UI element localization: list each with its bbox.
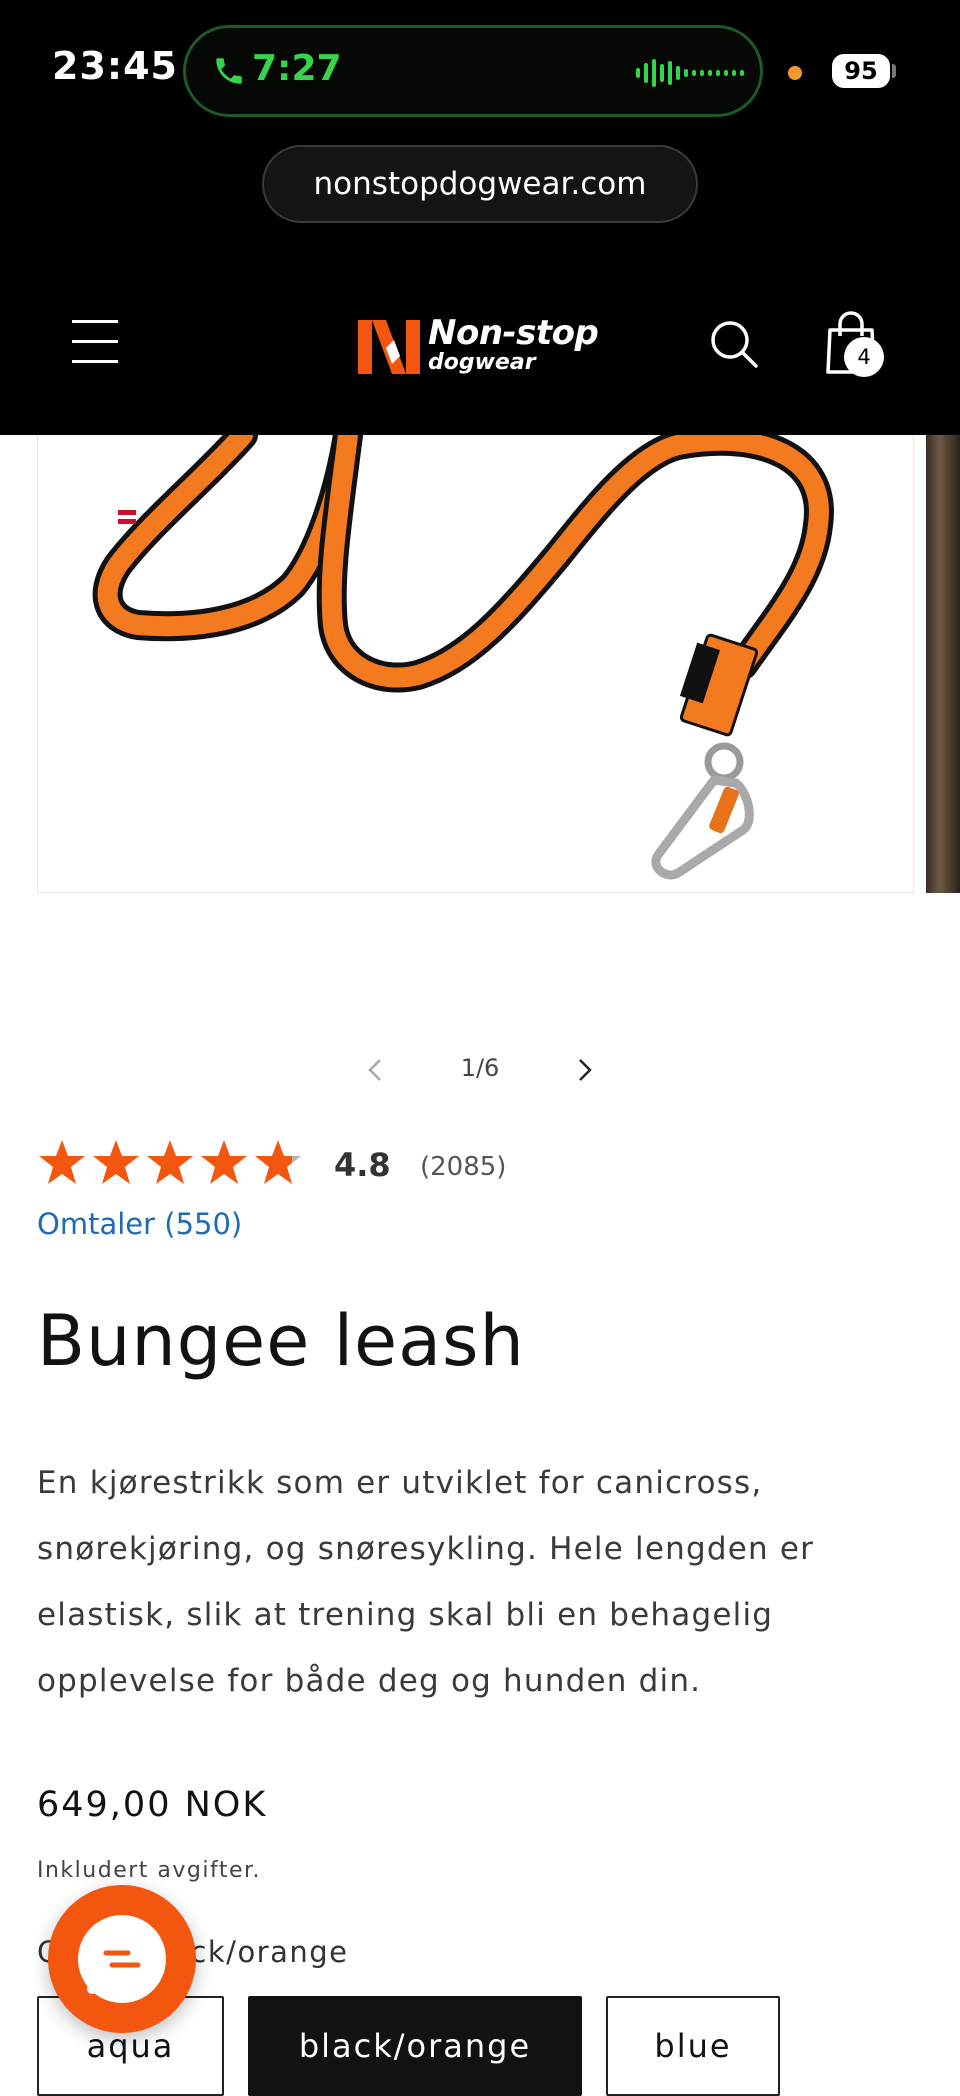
privacy-indicator-dot <box>788 66 802 80</box>
menu-icon[interactable] <box>72 320 120 364</box>
star-icon <box>255 1140 301 1184</box>
logo-text-secondary: dogwear <box>428 350 536 375</box>
product-description: En kjørestrikk som er utviklet for canic… <box>37 1465 815 1699</box>
cart-count-badge: 4 <box>844 337 884 377</box>
variant-option-black-orange[interactable]: black/orange <box>248 1996 582 2096</box>
top-bar: 23:45 7:27 95 nonstopdogwear.com Non-sto… <box>0 0 960 435</box>
product-price: 649,00 NOK <box>37 1785 268 1825</box>
tax-note: Inkludert avgifter. <box>37 1858 262 1883</box>
rating-count: (2085) <box>420 1152 507 1182</box>
gallery-counter: 1/6 <box>460 1054 500 1082</box>
star-icon <box>147 1140 193 1184</box>
rating-stars <box>37 1138 303 1188</box>
bungee-leash-illustration <box>92 435 834 880</box>
star-icon <box>201 1140 247 1184</box>
variant-option-blue[interactable]: blue <box>606 1996 780 2096</box>
battery-indicator: 95 <box>832 54 890 88</box>
logo-mark-icon <box>358 320 420 374</box>
chevron-right-icon[interactable] <box>568 1054 600 1086</box>
reviews-link[interactable]: Omtaler (550) <box>37 1207 242 1241</box>
chevron-left-icon[interactable] <box>360 1054 392 1086</box>
rating-value: 4.8 <box>334 1146 391 1184</box>
search-icon[interactable] <box>708 318 760 370</box>
status-time: 23:45 <box>52 44 178 88</box>
star-icon <box>39 1140 85 1184</box>
chat-button[interactable] <box>48 1885 196 2033</box>
chat-icon <box>78 1915 166 2003</box>
next-image-peek[interactable] <box>926 435 960 893</box>
product-image[interactable] <box>37 435 914 893</box>
product-title: Bungee leash <box>37 1300 525 1382</box>
url-bar[interactable]: nonstopdogwear.com <box>262 145 698 223</box>
star-icon <box>93 1140 139 1184</box>
site-logo[interactable]: Non-stop dogwear <box>356 308 606 380</box>
phone-icon <box>216 58 242 84</box>
call-duration: 7:27 <box>252 48 342 89</box>
ongoing-call-pill[interactable]: 7:27 <box>183 25 763 117</box>
logo-text-primary: Non-stop <box>428 313 599 353</box>
audio-wave-icon <box>636 58 744 88</box>
battery-tip <box>892 64 896 78</box>
gallery-slider-controls: 1/6 <box>340 1040 600 1100</box>
